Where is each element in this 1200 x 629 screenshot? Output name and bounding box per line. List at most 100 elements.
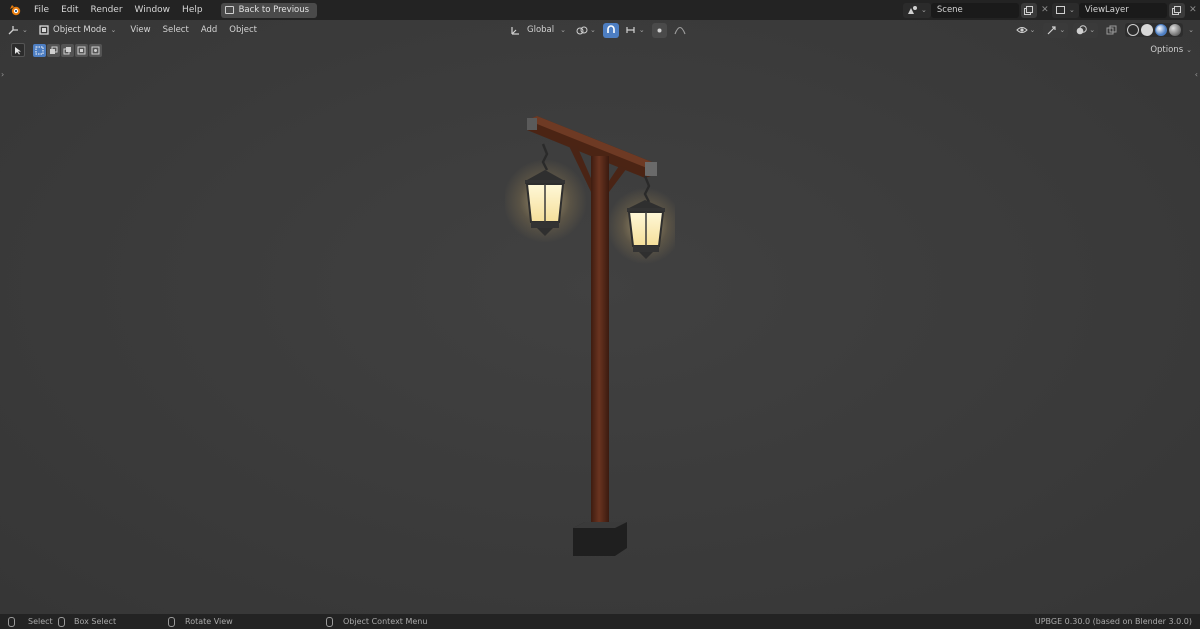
- shading-options-chevron-icon[interactable]: ⌄: [1188, 26, 1194, 34]
- editor-type-icon: [8, 25, 18, 34]
- chevron-down-icon: ⌄: [1029, 26, 1036, 34]
- viewport-display-tools: ⌄ ⌄ ⌄ ⌄: [1013, 22, 1194, 38]
- rendered-shading-icon[interactable]: [1169, 24, 1182, 36]
- chevron-down-icon: ⌄: [590, 26, 596, 34]
- chevron-down-icon: ⌄: [1186, 46, 1192, 54]
- blender-logo-icon[interactable]: [8, 3, 22, 17]
- transform-orientation-label: Global: [527, 25, 555, 35]
- top-menu-bar: File Edit Render Window Help Back to Pre…: [0, 0, 1200, 20]
- viewport-header: ⌄ Object Mode ⌄ View Select Add Object G…: [0, 20, 1200, 40]
- select-tool-icon: [15, 46, 21, 54]
- transform-orientation-icon: [511, 26, 519, 35]
- falloff-curve-icon: [674, 26, 686, 35]
- chevron-down-icon: ⌄: [638, 26, 645, 34]
- status-hint-box-select: Box Select: [58, 616, 117, 627]
- gizmo-toggle[interactable]: ⌄: [1043, 22, 1069, 38]
- status-hint-rotate-view: Rotate View: [168, 616, 233, 627]
- status-hint-context-menu: Object Context Menu: [326, 616, 428, 627]
- status-hint-context-menu-label: Object Context Menu: [343, 617, 428, 626]
- sidebar-expand-icon[interactable]: ‹: [1195, 70, 1198, 79]
- status-hint-select-label: Select: [28, 617, 53, 626]
- chevron-down-icon: ⌄: [110, 26, 117, 34]
- editor-type-button[interactable]: ⌄: [8, 23, 30, 38]
- scene-icon: [908, 6, 917, 14]
- scene-selector: ⌄ Scene ✕: [903, 2, 1051, 18]
- toolbar-expand-icon[interactable]: ›: [1, 70, 4, 79]
- wireframe-shading-icon[interactable]: [1127, 24, 1140, 36]
- delete-view-layer-icon[interactable]: ✕: [1187, 5, 1199, 15]
- scene-browse-button[interactable]: ⌄: [903, 2, 931, 18]
- proportional-edit-toggle[interactable]: [651, 22, 667, 38]
- select-invert-icon[interactable]: [75, 43, 88, 57]
- selection-mode-group: [33, 43, 102, 57]
- view-layer-name-field[interactable]: ViewLayer: [1078, 2, 1167, 18]
- back-to-previous-label: Back to Previous: [238, 4, 310, 15]
- menu-edit[interactable]: Edit: [55, 0, 84, 20]
- menu-select[interactable]: Select: [157, 22, 195, 38]
- new-view-layer-button[interactable]: [1168, 2, 1185, 18]
- select-subtract-icon[interactable]: [61, 43, 74, 57]
- snap-icon: [607, 25, 615, 33]
- 3d-viewport[interactable]: ⌄ Object Mode ⌄ View Select Add Object G…: [0, 20, 1200, 614]
- chevron-down-icon: ⌄: [921, 6, 927, 14]
- chevron-down-icon: ⌄: [1059, 26, 1066, 34]
- street-lamp-model[interactable]: [505, 96, 675, 566]
- scene-name-field[interactable]: Scene: [930, 2, 1019, 18]
- status-hint-box-select-label: Box Select: [74, 617, 117, 626]
- solid-shading-icon[interactable]: [1141, 24, 1154, 36]
- proportional-falloff-dropdown[interactable]: [671, 23, 689, 38]
- back-to-previous-button[interactable]: Back to Previous: [220, 2, 318, 18]
- snap-target-dropdown[interactable]: ⌄: [623, 23, 648, 38]
- select-new-icon[interactable]: [33, 43, 46, 57]
- menu-file[interactable]: File: [28, 0, 55, 20]
- menu-view[interactable]: View: [124, 22, 156, 38]
- status-bar: Select Box Select Rotate View Object Con…: [0, 614, 1200, 629]
- overlay-icon: [1076, 24, 1088, 34]
- select-extend-icon[interactable]: [47, 43, 60, 57]
- transform-orientation-dropdown[interactable]: Global ⌄: [507, 23, 569, 38]
- duplicate-icon: [1172, 5, 1182, 15]
- material-shading-icon[interactable]: [1155, 24, 1168, 36]
- shading-mode-group: [1125, 23, 1184, 37]
- menu-add[interactable]: Add: [195, 22, 223, 38]
- proportional-edit-icon: [657, 28, 662, 32]
- duplicate-icon: [1024, 5, 1034, 15]
- mouse-icon: [326, 616, 333, 627]
- menu-help[interactable]: Help: [176, 0, 209, 20]
- chevron-down-icon: ⌄: [560, 26, 566, 34]
- visibility-icon: [1015, 27, 1028, 33]
- visibility-dropdown[interactable]: ⌄: [1013, 23, 1039, 38]
- xray-toggle[interactable]: [1103, 23, 1120, 38]
- mouse-icon: [168, 616, 175, 627]
- xray-icon: [1106, 25, 1117, 34]
- object-mode-dropdown[interactable]: Object Mode ⌄: [34, 23, 121, 38]
- pivot-point-dropdown[interactable]: ⌄: [573, 23, 599, 38]
- status-hint-rotate-view-label: Rotate View: [185, 617, 233, 626]
- menu-window[interactable]: Window: [129, 0, 177, 20]
- gizmo-icon: [1047, 25, 1056, 34]
- transform-tools: Global ⌄ ⌄ ⌄: [507, 22, 689, 38]
- options-dropdown[interactable]: Options ⌄: [1150, 43, 1192, 57]
- menu-render[interactable]: Render: [85, 0, 129, 20]
- view-layer-icon: [1056, 6, 1065, 14]
- overlay-toggle[interactable]: ⌄: [1073, 22, 1099, 38]
- options-label: Options: [1150, 45, 1184, 55]
- mouse-icon: [58, 616, 65, 627]
- tool-settings-header: Options ⌄: [0, 40, 1200, 60]
- chevron-down-icon: ⌄: [22, 26, 28, 34]
- new-scene-button[interactable]: [1020, 2, 1037, 18]
- delete-scene-icon[interactable]: ✕: [1039, 5, 1051, 15]
- menu-object[interactable]: Object: [223, 22, 263, 38]
- select-intersect-icon[interactable]: [89, 43, 102, 57]
- version-label: UPBGE 0.30.0 (based on Blender 3.0.0): [1034, 617, 1192, 626]
- status-hint-select: Select: [8, 616, 53, 627]
- snap-target-icon: [626, 27, 635, 33]
- pivot-icon: [576, 26, 588, 34]
- select-tool-button[interactable]: [11, 43, 25, 57]
- snap-toggle[interactable]: [602, 22, 619, 38]
- chevron-down-icon: ⌄: [1069, 6, 1075, 14]
- back-icon: [224, 6, 234, 14]
- view-layer-selector: ⌄ ViewLayer ✕: [1052, 2, 1199, 18]
- mouse-icon: [8, 616, 15, 627]
- view-layer-browse-button[interactable]: ⌄: [1052, 2, 1079, 18]
